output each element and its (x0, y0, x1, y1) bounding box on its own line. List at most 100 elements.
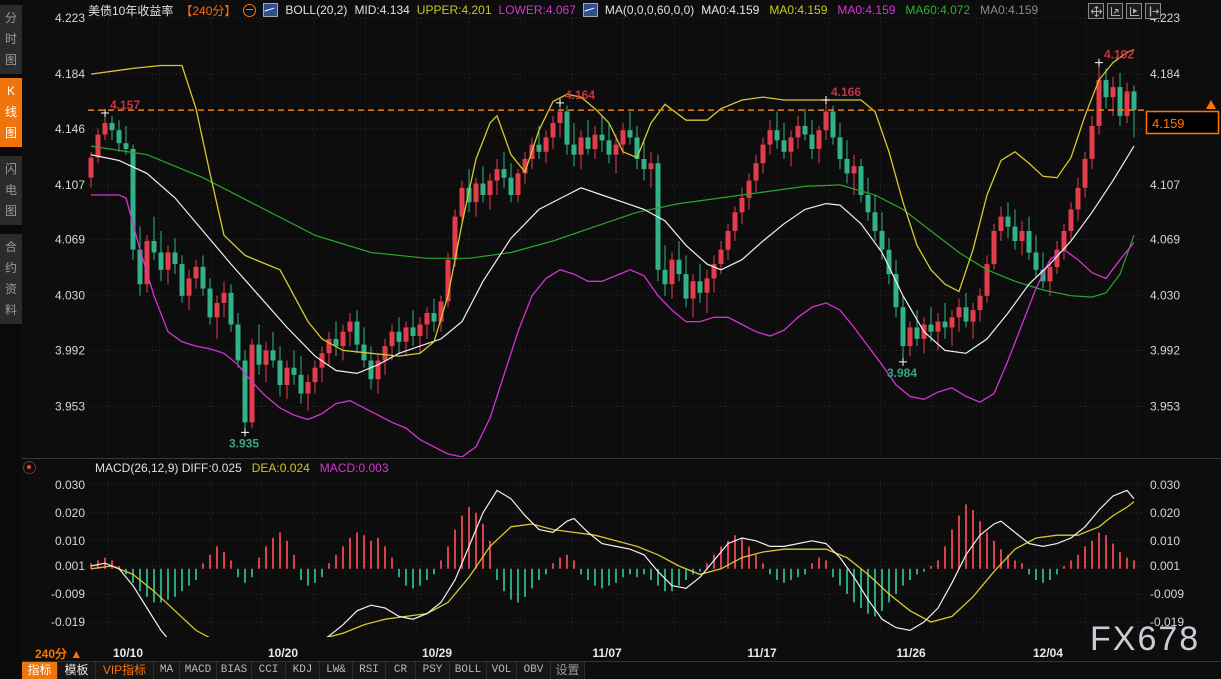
svg-text:4.159: 4.159 (1152, 116, 1185, 131)
tab-char: 时 (0, 29, 22, 50)
svg-text:4.184: 4.184 (55, 67, 85, 81)
fx678-watermark: FX678 (1090, 620, 1200, 659)
ma-value-5: MA0:4.159 (980, 3, 1038, 17)
svg-text:-0.019: -0.019 (51, 615, 85, 629)
svg-text:4.030: 4.030 (55, 289, 85, 303)
macd-macd-value: MACD:0.003 (320, 461, 389, 475)
ma-value-4: MA60:4.072 (905, 3, 970, 17)
toolbar-button-模板[interactable]: 模板 (58, 662, 96, 679)
svg-text:4.164: 4.164 (565, 88, 595, 102)
svg-text:0.020: 0.020 (55, 506, 85, 520)
tab-char: K (0, 81, 22, 102)
svg-text:10/20: 10/20 (268, 646, 298, 660)
toolbar-button-VIP指标[interactable]: VIP指标 (96, 662, 154, 679)
toolbar-button-VOL[interactable]: VOL (487, 662, 517, 679)
period-badge[interactable]: 【240分】 (180, 2, 236, 19)
sidebar-tab-2[interactable]: K线图 (0, 78, 22, 147)
toolbar-button-CR[interactable]: CR (386, 662, 416, 679)
symbol-title: 美债10年收益率 (88, 2, 173, 19)
tab-char: 分 (0, 8, 22, 29)
macd-name-and-diff: MACD(26,12,9) DIFF:0.025 (95, 461, 242, 475)
svg-text:12/04: 12/04 (1033, 646, 1063, 660)
boll-mid-value: MID:4.134 (354, 3, 409, 17)
tab-char: 料 (0, 300, 22, 321)
tab-char: 约 (0, 258, 22, 279)
tab-char: 图 (0, 123, 22, 144)
macd-diff-value: DIFF:0.025 (182, 461, 242, 475)
x-axis-date-labels: 10/10 10/20 10/29 11/07 11/17 11/26 12/04 (113, 646, 1063, 660)
svg-text:10/10: 10/10 (113, 646, 143, 660)
macd-name: MACD(26,12,9) (95, 461, 178, 475)
svg-text:4.223: 4.223 (55, 11, 85, 25)
toolbar-button-MACD[interactable]: MACD (180, 662, 217, 679)
ma-label: MA(0,0,0,60,0,0) (605, 3, 694, 17)
boll-mid-line (91, 146, 1134, 373)
svg-text:4.030: 4.030 (1150, 289, 1180, 303)
toolbar-button-LW&[interactable]: LW& (320, 662, 353, 679)
tab-char: 资 (0, 279, 22, 300)
toolbar-button-KDJ[interactable]: KDJ (286, 662, 320, 679)
sidebar-tab-1[interactable]: 分时图 (0, 5, 22, 74)
axis-compress-icon[interactable] (1107, 3, 1123, 19)
toolbar-button-BOLL[interactable]: BOLL (450, 662, 487, 679)
toolbar-button-CCI[interactable]: CCI (252, 662, 286, 679)
kline-macd-chart[interactable]: 4.2234.2234.1844.1844.1464.1464.1074.107… (0, 0, 1221, 679)
ma-value-1: MA0:4.159 (701, 3, 759, 17)
macd-marker-icon[interactable] (23, 461, 36, 474)
left-tab-sidebar: 分时图K线图闪电图合约资料 (0, 0, 22, 679)
tab-char: 线 (0, 102, 22, 123)
boll-upper-line (91, 50, 1134, 356)
sidebar-tab-4[interactable]: 合约资料 (0, 234, 22, 324)
svg-text:11/26: 11/26 (896, 646, 926, 660)
candle-series[interactable] (89, 63, 1137, 433)
timeframe-label: 240分 (35, 647, 67, 661)
macd-dea-value: DEA:0.024 (252, 461, 310, 475)
svg-text:4.192: 4.192 (1104, 48, 1134, 62)
timeframe-selector[interactable]: 240分 ▲ (35, 645, 82, 662)
svg-text:0.030: 0.030 (1150, 478, 1180, 492)
svg-text:3.953: 3.953 (1150, 400, 1180, 414)
toolbar-button-MA[interactable]: MA (154, 662, 180, 679)
timeframe-arrow-icon: ▲ (70, 647, 82, 661)
svg-text:11/07: 11/07 (592, 646, 622, 660)
svg-text:4.146: 4.146 (55, 122, 85, 136)
svg-text:0.010: 0.010 (1150, 534, 1180, 548)
collapse-circle-icon[interactable] (243, 4, 256, 17)
toolbar-button-RSI[interactable]: RSI (353, 662, 386, 679)
ma-value-2: MA0:4.159 (769, 3, 827, 17)
boll-indicator-icon[interactable] (263, 3, 278, 17)
svg-text:10/29: 10/29 (422, 646, 452, 660)
chart-toolbox (1088, 3, 1161, 19)
sidebar-tab-3[interactable]: 闪电图 (0, 156, 22, 225)
dea-line (91, 502, 1134, 645)
svg-text:0.030: 0.030 (55, 478, 85, 492)
pan-crosshair-icon[interactable] (1088, 3, 1104, 19)
ma-indicator-icon[interactable] (583, 3, 598, 17)
macd-histogram (91, 504, 1134, 616)
indicator-toolbar: 指标模板VIP指标MAMACDBIASCCIKDJLW&RSICRPSYBOLL… (22, 662, 585, 679)
toolbar-button-BIAS[interactable]: BIAS (217, 662, 252, 679)
tab-char: 图 (0, 201, 22, 222)
svg-text:3.992: 3.992 (1150, 343, 1180, 357)
chart-header: 美债10年收益率 【240分】 BOLL(20,2) MID:4.134 UPP… (88, 2, 1038, 18)
boll-upper-value: UPPER:4.201 (417, 3, 492, 17)
toolbar-button-指标[interactable]: 指标 (22, 662, 58, 679)
price-axis-labels: 4.2234.2234.1844.1844.1464.1464.1074.107… (51, 11, 1184, 629)
svg-text:3.953: 3.953 (55, 400, 85, 414)
pane-shift-icon[interactable] (1145, 3, 1161, 19)
svg-text:11/17: 11/17 (747, 646, 777, 660)
ma-values: MA0:4.159MA0:4.159MA0:4.159MA60:4.072MA0… (701, 3, 1038, 17)
svg-text:4.166: 4.166 (831, 85, 861, 99)
grid (22, 10, 1221, 662)
axis-play-icon[interactable] (1126, 3, 1142, 19)
toolbar-button-PSY[interactable]: PSY (416, 662, 450, 679)
svg-text:3.935: 3.935 (229, 436, 259, 450)
tab-char: 合 (0, 237, 22, 258)
diff-line (91, 490, 1134, 655)
toolbar-button-设置[interactable]: 设置 (551, 662, 585, 679)
toolbar-button-OBV[interactable]: OBV (517, 662, 551, 679)
tab-char: 电 (0, 180, 22, 201)
svg-text:-0.009: -0.009 (1150, 587, 1184, 601)
svg-text:0.020: 0.020 (1150, 506, 1180, 520)
svg-text:4.157: 4.157 (110, 98, 140, 112)
